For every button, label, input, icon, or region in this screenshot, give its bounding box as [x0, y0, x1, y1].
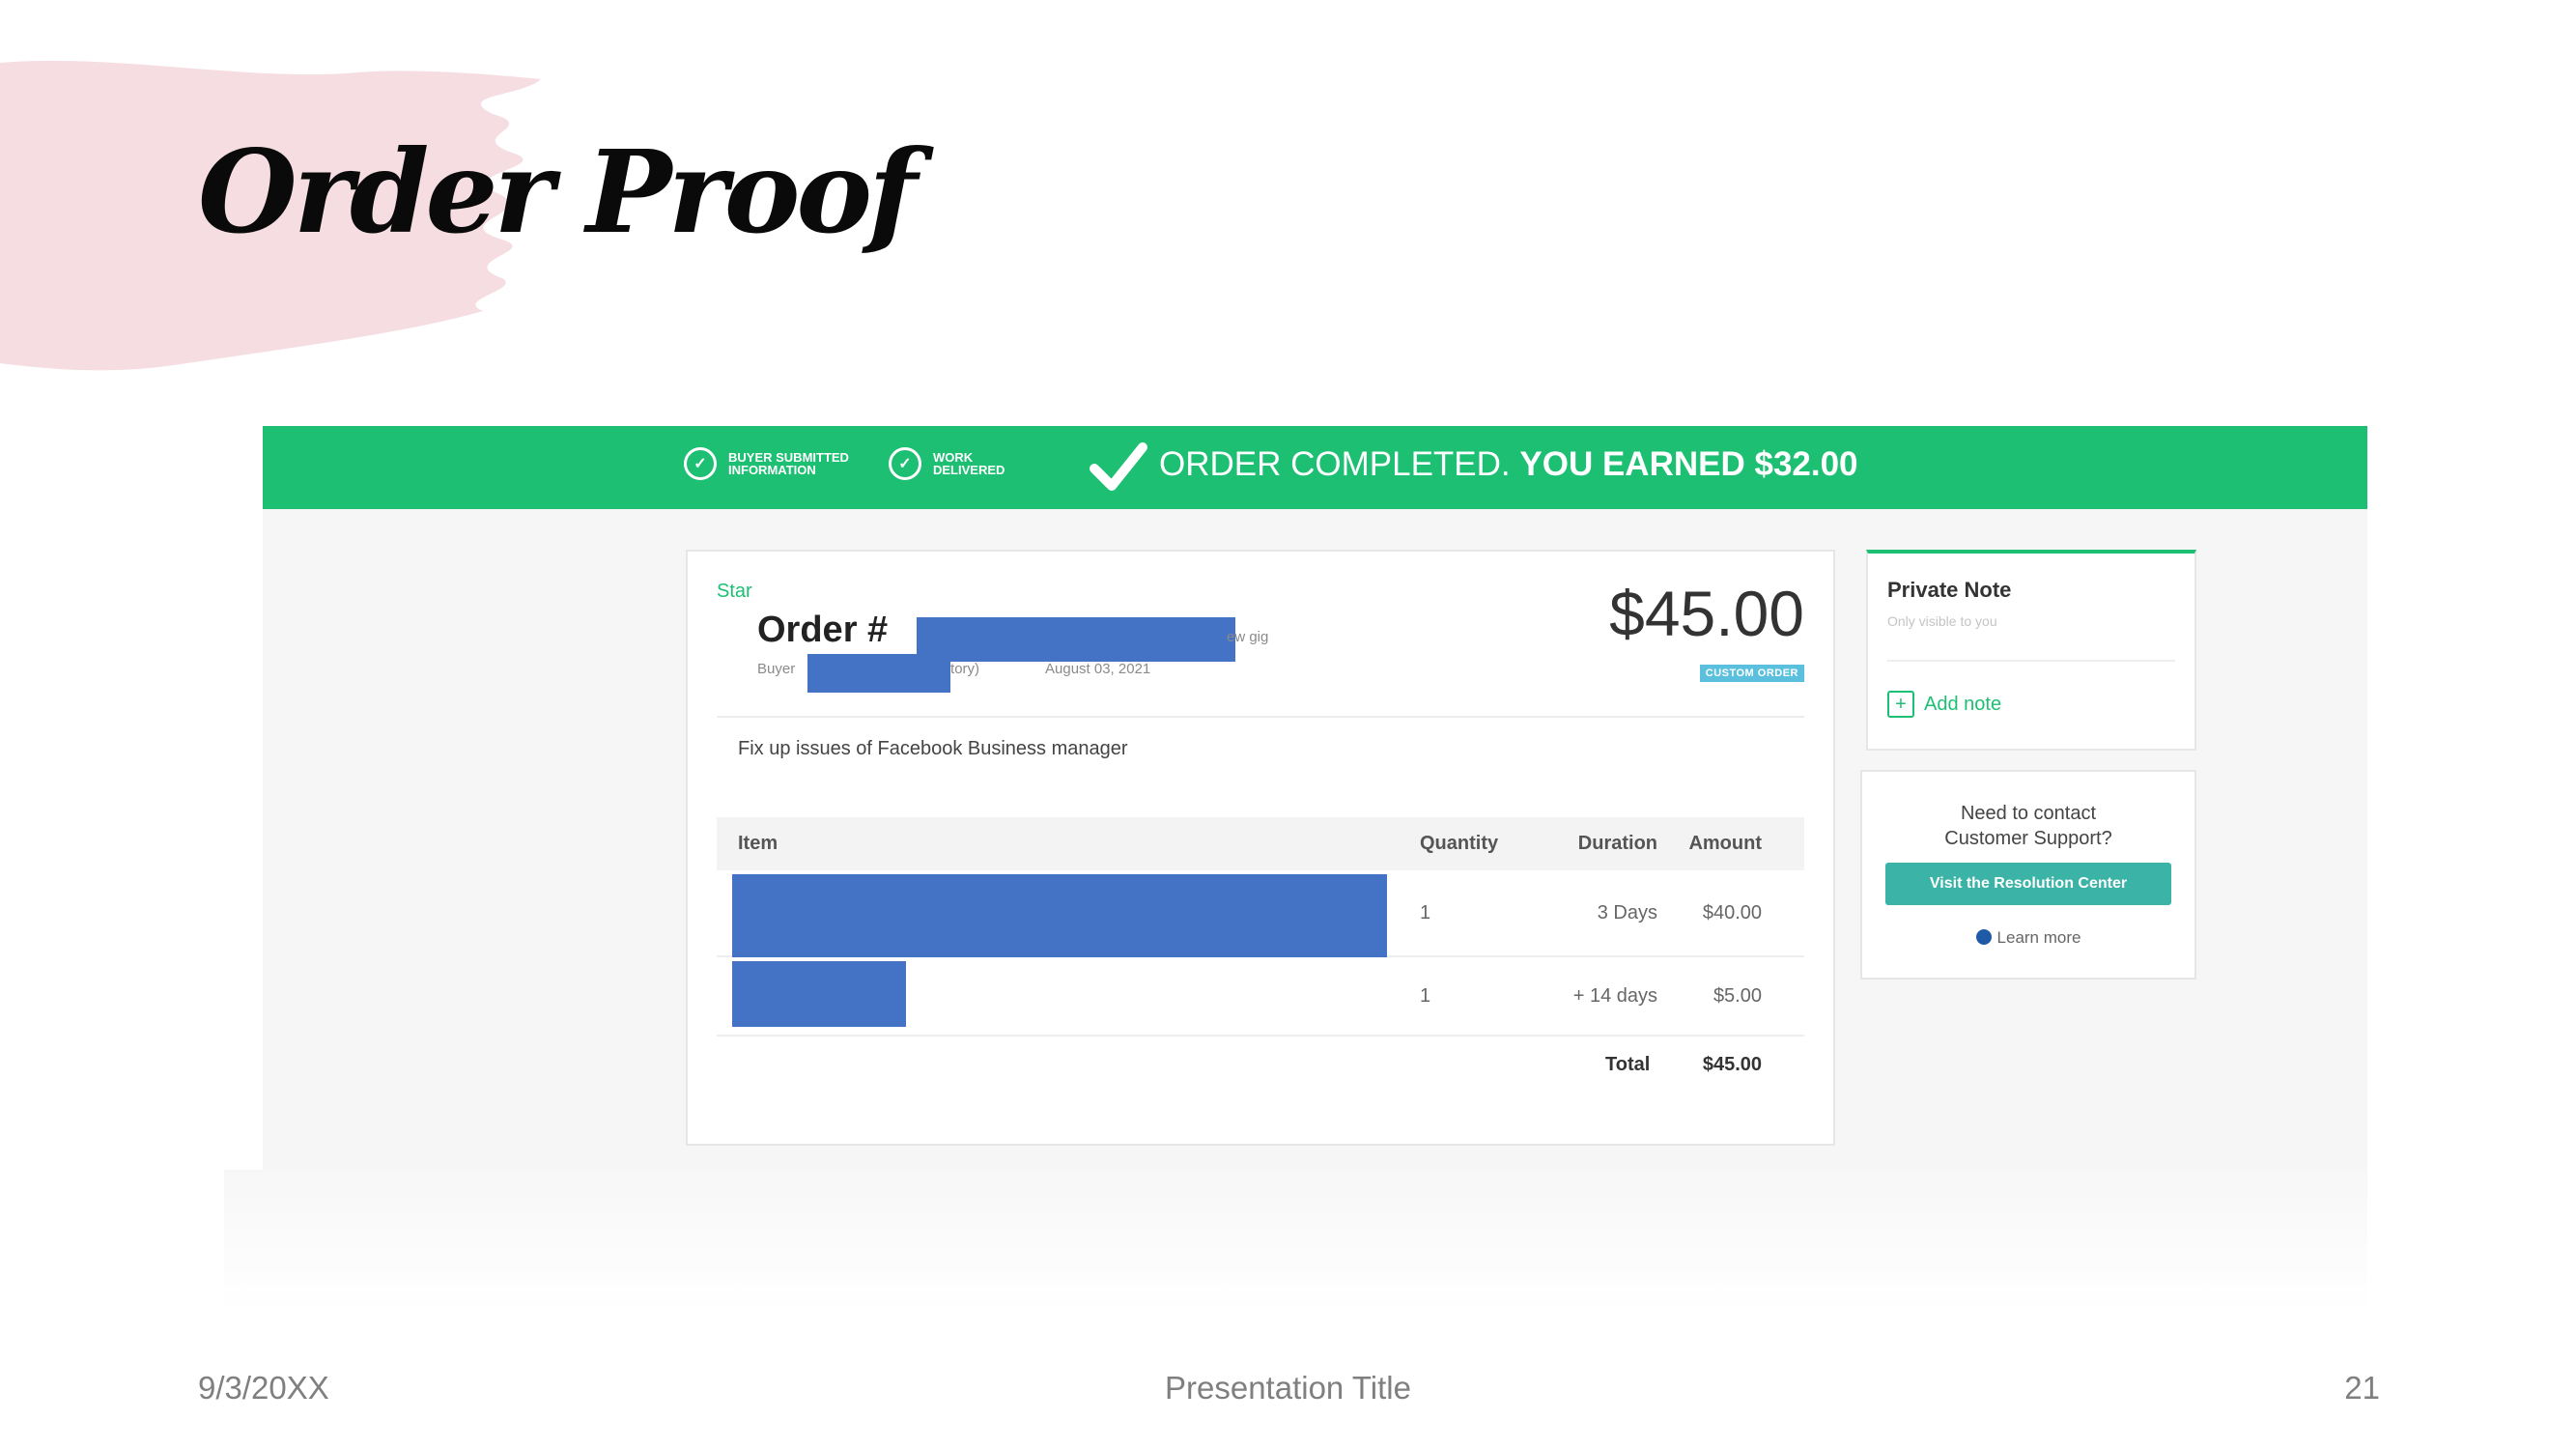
private-note-subtitle: Only visible to you: [1887, 613, 1997, 629]
redaction-box: [917, 617, 1235, 662]
divider: [1887, 660, 2175, 662]
header-duration: Duration: [1577, 833, 1657, 854]
table-row: 1 3 Days $40.00: [717, 870, 1804, 957]
support-prompt: Need to contact Customer Support?: [1862, 801, 2194, 851]
status-text: ORDER COMPLETED.: [1159, 445, 1511, 483]
items-table-header: Item Quantity Duration Amount: [717, 817, 1804, 870]
redaction-box: [807, 654, 950, 693]
total-label: Total: [1605, 1054, 1651, 1075]
support-line-1: Need to contact: [1960, 803, 2097, 824]
step-label: WORK DELIVERED: [933, 450, 1005, 477]
slide-title: Order Proof: [198, 125, 918, 259]
table-row: 1 + 14 days $5.00: [717, 957, 1804, 1037]
earned-text: YOU EARNED $32.00: [1519, 445, 1858, 483]
view-gig-link[interactable]: ew gig: [1227, 629, 1268, 645]
plus-icon: +: [1887, 691, 1914, 718]
order-price: $45.00: [1609, 578, 1804, 649]
footer-title: Presentation Title: [1165, 1370, 1411, 1406]
learn-more-label: Learn more: [1996, 928, 2081, 947]
order-date: August 03, 2021: [1045, 661, 1151, 677]
row-duration: + 14 days: [1572, 985, 1657, 1007]
header-quantity: Quantity: [1420, 833, 1499, 854]
star-label: Star: [717, 581, 752, 602]
redaction-box: [732, 961, 906, 1027]
support-card: Need to contact Customer Support? Visit …: [1860, 770, 2196, 980]
page-number: 21: [2344, 1370, 2380, 1406]
total-value: $45.00: [1702, 1054, 1762, 1075]
order-number-title: Order #: [757, 610, 889, 650]
step-work-delivered: ✓ WORK DELIVERED: [889, 447, 1010, 480]
learn-more-link[interactable]: Learn more: [1862, 928, 2194, 948]
divider: [717, 716, 1804, 718]
support-line-2: Customer Support?: [1944, 828, 2112, 849]
order-card: Star Order # ew gig Buyerv history) Augu…: [686, 550, 1835, 1146]
row-quantity: 1: [1420, 902, 1431, 923]
step-buyer-submitted: ✓ BUYER SUBMITTED INFORMATION: [684, 447, 873, 480]
private-note-card: Private Note Only visible to you + Add n…: [1866, 550, 2196, 751]
order-screenshot: ✓ BUYER SUBMITTED INFORMATION ✓ WORK DEL…: [263, 426, 2367, 1170]
step-label: BUYER SUBMITTED INFORMATION: [728, 450, 849, 477]
row-duration: 3 Days: [1597, 902, 1657, 923]
checkmark-icon: [1090, 442, 1147, 491]
custom-order-badge: CUSTOM ORDER: [1699, 665, 1804, 682]
order-completed-message: ORDER COMPLETED. YOU EARNED $32.00: [1159, 443, 1858, 486]
add-note-label: Add note: [1924, 693, 2002, 715]
add-note-button[interactable]: + Add note: [1887, 691, 2001, 718]
row-amount: $40.00: [1702, 902, 1762, 923]
row-amount: $5.00: [1713, 985, 1762, 1007]
order-status-banner: ✓ BUYER SUBMITTED INFORMATION ✓ WORK DEL…: [263, 426, 2367, 509]
check-circle-icon: ✓: [684, 447, 717, 480]
buyer-label: Buyer: [757, 661, 796, 677]
check-circle-icon: ✓: [889, 447, 921, 480]
question-circle-icon: [1975, 929, 1992, 945]
order-description: Fix up issues of Facebook Business manag…: [738, 738, 1128, 759]
header-item: Item: [738, 833, 778, 854]
private-note-title: Private Note: [1887, 578, 2012, 602]
redaction-box: [732, 874, 1387, 957]
resolution-center-button[interactable]: Visit the Resolution Center: [1885, 863, 2171, 905]
screenshot-shadow: [224, 1170, 2367, 1315]
header-amount: Amount: [1688, 833, 1762, 854]
row-quantity: 1: [1420, 985, 1431, 1007]
